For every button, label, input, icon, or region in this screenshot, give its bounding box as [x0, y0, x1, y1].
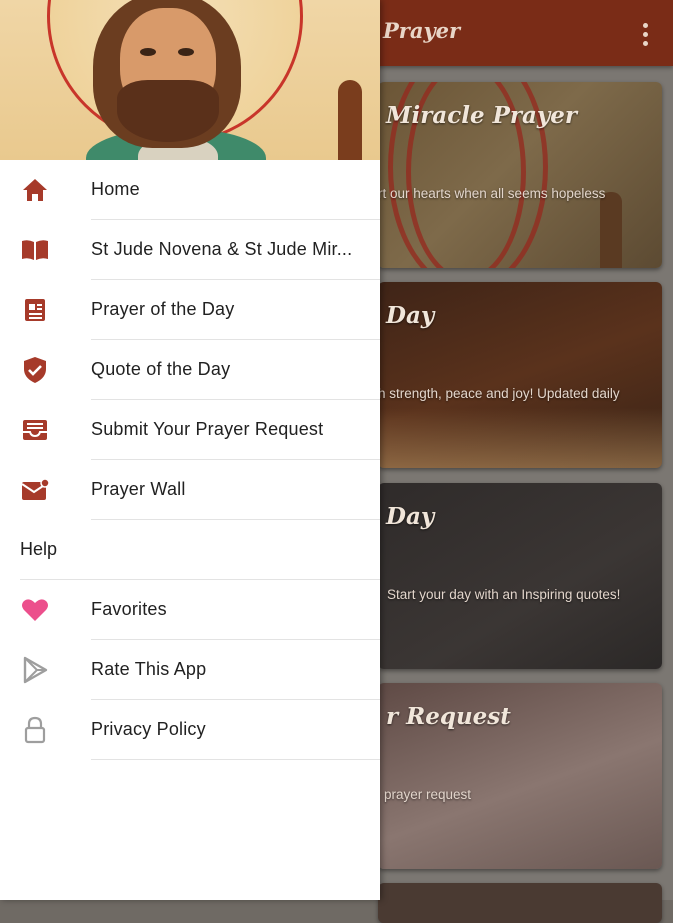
- card-title: r Request: [386, 703, 511, 730]
- menu-item-prayer-of-the-day[interactable]: Prayer of the Day: [0, 280, 380, 340]
- app-title: Prayer: [383, 18, 461, 43]
- menu-item-home[interactable]: Home: [0, 160, 380, 220]
- menu-item-label: Home: [91, 179, 140, 199]
- menu-item-submit-prayer-request[interactable]: Submit Your Prayer Request: [0, 400, 380, 460]
- book-image: [378, 408, 662, 468]
- card-subtitle: rt our hearts when all seems hopeless: [378, 186, 606, 201]
- card-title: Day: [386, 302, 435, 329]
- menu-item-favorites[interactable]: Favorites: [0, 580, 380, 640]
- card-prayer-of-the-day[interactable]: Day h strength, peace and joy! Updated d…: [378, 282, 662, 468]
- more-vert-icon[interactable]: [632, 18, 658, 50]
- card-subtitle: Start your day with an Inspiring quotes!: [387, 587, 621, 602]
- section-label: Help: [20, 539, 58, 559]
- menu-item-label: Favorites: [91, 599, 167, 619]
- card-quote-of-the-day[interactable]: Day Start your day with an Inspiring quo…: [378, 483, 662, 669]
- menu-item-label: Quote of the Day: [91, 359, 231, 379]
- menu-item-label: Prayer Wall: [91, 479, 186, 499]
- drawer-header-image: [0, 0, 380, 160]
- book-icon: [20, 237, 50, 263]
- staff-shape: [338, 80, 362, 160]
- article-icon: [20, 297, 50, 323]
- divider: [91, 759, 380, 760]
- mail-notification-icon: [20, 477, 50, 503]
- menu-item-privacy-policy[interactable]: Privacy Policy: [0, 700, 380, 760]
- menu-item-quote-of-the-day[interactable]: Quote of the Day: [0, 340, 380, 400]
- card-submit-request[interactable]: r Request prayer request: [378, 683, 662, 869]
- card-title: Day: [386, 503, 435, 530]
- eye-shape: [178, 48, 194, 56]
- beard-shape: [117, 80, 219, 142]
- section-help: Help: [0, 520, 380, 580]
- staff-image: [600, 192, 622, 268]
- card-title: Miracle Prayer: [386, 102, 578, 129]
- heart-icon: [20, 597, 50, 623]
- drawer-menu: Home St Jude Novena & St Jude Mir... Pra…: [0, 160, 380, 760]
- card-subtitle: prayer request: [384, 787, 472, 802]
- navigation-drawer: Home St Jude Novena & St Jude Mir... Pra…: [0, 0, 380, 900]
- shield-check-icon: [20, 357, 50, 383]
- menu-item-label: Rate This App: [91, 659, 207, 679]
- menu-item-rate-this-app[interactable]: Rate This App: [0, 640, 380, 700]
- menu-item-label: St Jude Novena & St Jude Mir...: [91, 239, 353, 259]
- play-store-icon: [20, 656, 50, 684]
- card-partial[interactable]: [378, 883, 662, 923]
- card-miracle-prayer[interactable]: Miracle Prayer rt our hearts when all se…: [378, 82, 662, 268]
- menu-item-novena[interactable]: St Jude Novena & St Jude Mir...: [0, 220, 380, 280]
- eye-shape: [140, 48, 156, 56]
- inbox-icon: [20, 417, 50, 443]
- menu-item-label: Privacy Policy: [91, 719, 206, 739]
- home-icon: [20, 177, 50, 203]
- menu-item-label: Submit Your Prayer Request: [91, 419, 324, 439]
- card-subtitle: h strength, peace and joy! Updated daily: [378, 386, 620, 401]
- menu-item-label: Prayer of the Day: [91, 299, 235, 319]
- menu-item-prayer-wall[interactable]: Prayer Wall: [0, 460, 380, 520]
- lock-icon: [20, 716, 50, 744]
